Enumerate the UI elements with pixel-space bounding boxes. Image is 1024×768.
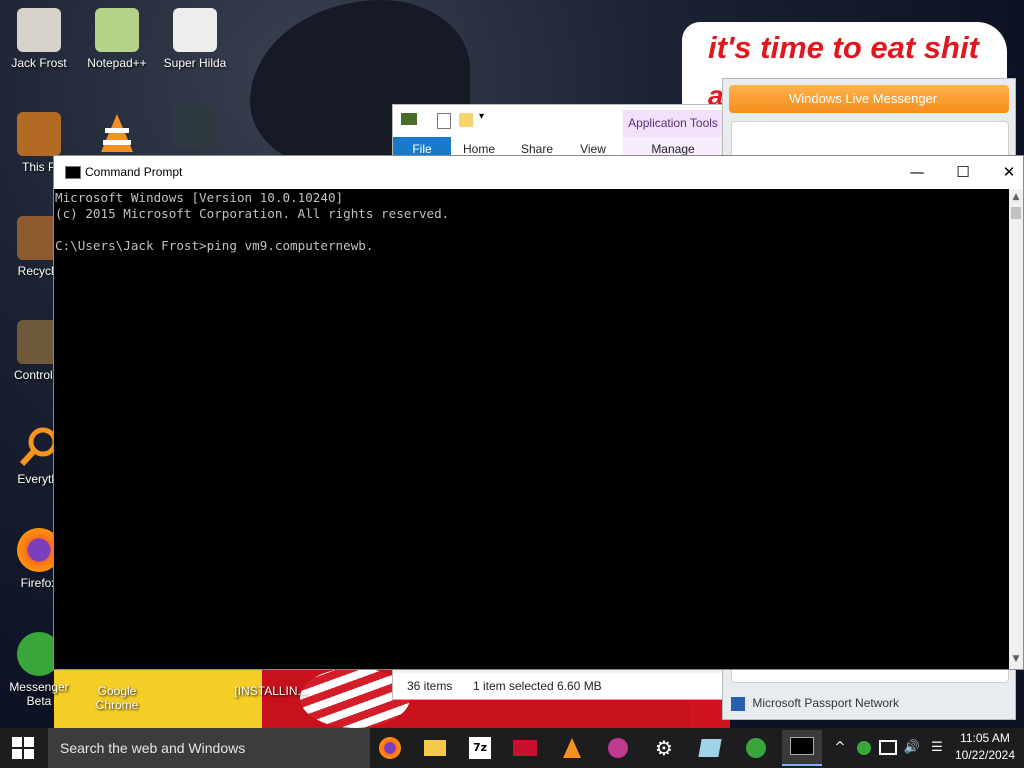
desktop-icon-label: Messenger Beta: [9, 680, 69, 708]
console-line: (c) 2015 Microsoft Corporation. All righ…: [55, 206, 450, 221]
new-folder-icon[interactable]: [459, 113, 473, 127]
desktop-icon-installer[interactable]: [INSTALLIN...: [232, 684, 310, 698]
cmd-title-bar[interactable]: Command Prompt — ☐ ✕: [54, 156, 1023, 189]
taskbar-7zip[interactable]: 7z: [460, 732, 500, 764]
show-hidden-icons-button[interactable]: ^: [832, 728, 848, 768]
messenger-footer: Microsoft Passport Network: [727, 691, 1011, 715]
properties-icon[interactable]: [437, 113, 451, 129]
windows-logo-icon: [24, 737, 34, 747]
passport-icon: [731, 696, 745, 711]
minimize-button[interactable]: —: [894, 156, 940, 189]
pixel-character-icon: [173, 104, 217, 148]
desktop-icon-label: [INSTALLIN...: [234, 684, 308, 698]
vlc-icon: [563, 738, 581, 758]
this-pc-icon: [17, 112, 61, 156]
taskbar-vlc[interactable]: [552, 732, 592, 764]
ice-icon: [698, 739, 722, 757]
gear-app-icon: [608, 738, 628, 758]
taskbar: Search the web and Windows 7z ⚙ ^ 🔊 ☰ 11…: [0, 728, 1024, 768]
volume-icon[interactable]: 🔊: [902, 728, 922, 768]
taskbar-search-box[interactable]: Search the web and Windows: [48, 728, 370, 768]
taskbar-messenger[interactable]: [736, 732, 776, 764]
arrow-app-icon: [513, 740, 537, 756]
desktop-icon-vlc[interactable]: [78, 112, 156, 160]
taskbar-clock[interactable]: 11:05 AM 10/22/2024: [950, 730, 1020, 764]
scroll-thumb[interactable]: [1011, 207, 1021, 219]
taskbar-ice-app[interactable]: [690, 732, 730, 764]
network-monitor-icon: [879, 740, 897, 755]
vlc-cone-icon: [95, 112, 139, 156]
messenger-title-bar: Windows Live Messenger: [729, 85, 1009, 113]
desktop-icon-google-chrome[interactable]: Google Chrome: [78, 684, 156, 712]
item-count: 36 items: [407, 679, 453, 693]
taskbar-settings[interactable]: ⚙: [644, 732, 684, 764]
selection-size: 6.60 MB: [557, 679, 602, 693]
cmd-window-title: Command Prompt: [85, 165, 183, 179]
vampire-avatar-icon: [17, 8, 61, 52]
scroll-up-arrow-icon[interactable]: ▲: [1009, 189, 1023, 206]
tray-app-icon[interactable]: [854, 728, 874, 768]
notepad-plus-plus-icon: [95, 8, 139, 52]
windows-logo-icon: [12, 749, 22, 759]
file-explorer-icon: [424, 740, 446, 756]
desktop-icon-super-hilda[interactable]: Super Hilda: [156, 8, 234, 70]
7zip-icon: 7z: [469, 737, 491, 759]
messenger-title: Windows Live Messenger: [789, 91, 938, 106]
taskbar-command-prompt[interactable]: [782, 730, 822, 766]
folder-flag-icon[interactable]: [401, 113, 417, 125]
scroll-down-arrow-icon[interactable]: ▼: [1009, 651, 1023, 668]
settings-icon: ⚙: [655, 736, 673, 760]
dropdown-arrow-icon[interactable]: ▾: [479, 111, 484, 122]
console-line: Microsoft Windows [Version 10.0.10240]: [55, 190, 344, 205]
desktop-icon-pixel-character[interactable]: [156, 104, 234, 152]
maximize-button[interactable]: ☐: [940, 156, 986, 189]
wallpaper-caption: it's time to eat shit: [708, 30, 979, 65]
cmd-console[interactable]: Microsoft Windows [Version 10.0.10240] (…: [54, 189, 1009, 669]
notification-center-icon[interactable]: ☰: [926, 728, 948, 768]
clock-date: 10/22/2024: [954, 748, 1016, 762]
desktop-icon-jack-frost[interactable]: Jack Frost: [0, 8, 78, 70]
taskbar-arrow-app[interactable]: [505, 732, 545, 764]
cmd-scrollbar[interactable]: ▲ ▼: [1009, 189, 1023, 669]
taskbar-file-explorer[interactable]: [415, 732, 455, 764]
clock-time: 11:05 AM: [960, 731, 1010, 745]
taskbar-firefox[interactable]: [370, 732, 410, 764]
pixel-art-icon: [173, 8, 217, 52]
firefox-icon: [379, 737, 401, 759]
desktop-icon-label: Google Chrome: [95, 684, 139, 712]
windows-logo-icon: [12, 737, 22, 747]
cmd-icon: [790, 737, 814, 755]
selection-info: 1 item selected: [473, 679, 554, 693]
messenger-icon: [746, 738, 766, 758]
close-button[interactable]: ✕: [986, 156, 1024, 189]
passport-network-link[interactable]: Microsoft Passport Network: [752, 696, 899, 710]
application-tools-label: Application Tools: [623, 110, 723, 137]
start-button[interactable]: [0, 728, 48, 768]
cmd-icon: [65, 166, 81, 179]
desktop-icon-label: Jack Frost: [11, 56, 67, 70]
taskbar-gear-app[interactable]: [598, 732, 638, 764]
tray-messenger-icon: [857, 740, 871, 755]
search-placeholder: Search the web and Windows: [60, 740, 246, 756]
explorer-status-bar: 36 items 1 item selected 6.60 MB: [393, 673, 725, 699]
desktop-icon-notepad-plus-plus[interactable]: Notepad++: [78, 8, 156, 70]
desktop-icon-label: Notepad++: [87, 56, 147, 70]
desktop-icon-label: Super Hilda: [163, 56, 227, 70]
windows-logo-icon: [24, 749, 34, 759]
network-icon[interactable]: [878, 728, 898, 768]
command-prompt-window: Command Prompt — ☐ ✕ Microsoft Windows […: [53, 155, 1024, 670]
console-prompt-line[interactable]: C:\Users\Jack Frost>ping vm9.computernew…: [55, 238, 1009, 254]
